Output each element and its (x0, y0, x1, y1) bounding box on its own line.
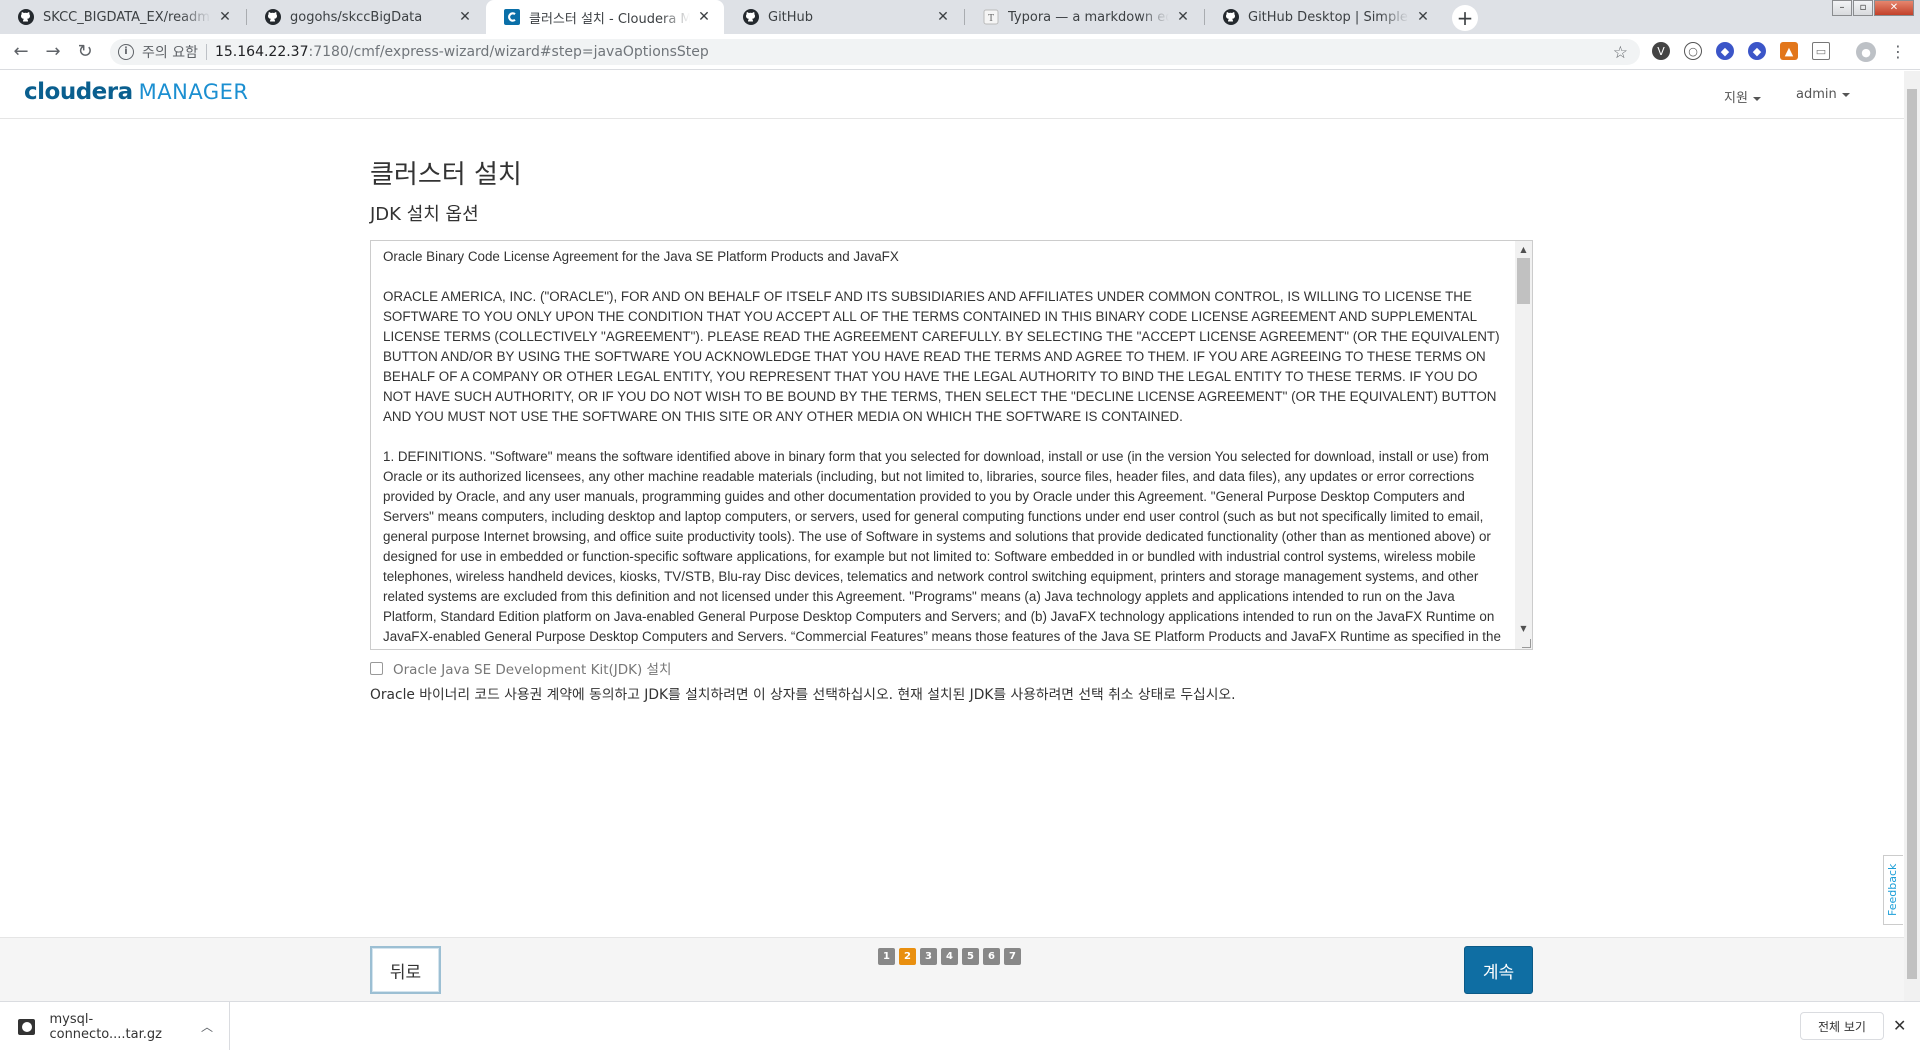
tab-title: SKCC_BIGDATA_EX/readme.md at (43, 9, 211, 25)
support-menu[interactable]: 지원 (1724, 87, 1761, 106)
wizard-step-current: 2 (899, 948, 916, 965)
page-subtitle: JDK 설치 옵션 (370, 204, 479, 225)
license-paragraph: 1. DEFINITIONS. "Software" means the sof… (383, 449, 1501, 644)
page-scroll-thumb[interactable] (1907, 89, 1917, 979)
tab-title: gogohs/skccBigData (290, 9, 423, 25)
license-scroll-thumb[interactable] (1517, 258, 1530, 304)
bookmark-star-icon[interactable]: ☆ (1613, 43, 1628, 63)
jdk-install-option[interactable]: Oracle Java SE Development Kit(JDK) 설치 (370, 658, 671, 678)
caret-down-icon (1752, 96, 1761, 101)
archive-file-icon (18, 1018, 36, 1035)
continue-button[interactable]: 계속 (1464, 946, 1533, 994)
logo-secondary-text: MANAGER (138, 80, 249, 104)
support-menu-label: 지원 (1724, 91, 1748, 106)
download-file-name[interactable]: mysql-connecto....tar.gz (49, 1012, 201, 1042)
user-menu[interactable]: admin (1796, 87, 1850, 102)
extension-fox-icon[interactable]: ▲ (1780, 42, 1798, 60)
tab-title: GitHub (768, 9, 814, 25)
logo-primary-text: cloudera (24, 79, 133, 105)
github-icon (743, 9, 759, 25)
page-title: 클러스터 설치 (370, 160, 522, 190)
info-icon[interactable]: i (118, 44, 134, 60)
url-path[interactable]: :7180/cmf/express-wizard/wizard#step=jav… (309, 44, 709, 60)
wizard-step: 5 (962, 948, 979, 965)
jdk-install-checkbox[interactable] (370, 661, 383, 675)
wizard-step: 1 (878, 948, 895, 965)
tab-cloudera-active[interactable]: 클러스터 설치 - Cloudera Mana ✕ (486, 0, 724, 34)
license-textarea[interactable]: Oracle Binary Code License Agreement for… (370, 240, 1533, 650)
tab-github[interactable]: GitHub ✕ (725, 0, 963, 34)
extension-blue-icon[interactable]: ◆ (1716, 42, 1734, 60)
extension-v-icon[interactable]: V (1652, 42, 1670, 60)
close-icon[interactable]: ✕ (457, 9, 473, 25)
github-icon (1223, 9, 1239, 25)
browser-tab-strip: SKCC_BIGDATA_EX/readme.md at ✕ gogohs/sk… (0, 0, 1920, 34)
feedback-label: Feedback (1886, 863, 1899, 916)
wizard-step: 6 (983, 948, 1000, 965)
tab-title: 클러스터 설치 - Cloudera Mana (529, 11, 690, 27)
github-icon (18, 9, 34, 25)
resize-grip-icon[interactable] (1522, 639, 1531, 648)
address-bar[interactable]: i 주의 요함 15.164.22.37 :7180/cmf/express-w… (110, 39, 1640, 65)
profile-avatar-icon[interactable]: ● (1856, 42, 1876, 62)
tab-github-desktop[interactable]: GitHub Desktop | Simple collab ✕ (1205, 0, 1443, 34)
show-all-downloads-button[interactable]: 전체 보기 (1800, 1012, 1884, 1040)
page-scrollbar[interactable] (1904, 71, 1920, 1001)
maximize-icon[interactable]: ▫ (1853, 0, 1873, 16)
typora-icon: T (983, 9, 999, 25)
user-menu-label: admin (1796, 87, 1837, 102)
wizard-step-indicator: 1 2 3 4 5 6 7 (878, 948, 1025, 965)
close-icon[interactable]: ✕ (1415, 9, 1431, 25)
license-paragraph: Oracle Binary Code License Agreement for… (383, 249, 899, 264)
cloudera-manager-logo[interactable]: cloudera MANAGER (24, 79, 248, 105)
extension-circle-icon[interactable]: ○ (1684, 42, 1702, 60)
menu-kebab-icon[interactable]: ⋮ (1886, 40, 1910, 64)
wizard-step: 3 (920, 948, 937, 965)
close-icon[interactable]: ✕ (217, 9, 233, 25)
browser-toolbar: ← → ↻ i 주의 요함 15.164.22.37 :7180/cmf/exp… (0, 34, 1920, 70)
close-icon[interactable]: ✕ (935, 9, 951, 25)
minimize-icon[interactable]: – (1832, 0, 1852, 16)
new-tab-button[interactable]: + (1452, 5, 1478, 31)
close-icon[interactable]: ✕ (1175, 9, 1191, 25)
license-scrollbar[interactable]: ▲ ▼ (1515, 241, 1532, 649)
wizard-step: 4 (941, 948, 958, 965)
url-host[interactable]: 15.164.22.37 (215, 44, 309, 60)
extension-cast-icon[interactable]: ▭ (1812, 42, 1830, 60)
license-text: Oracle Binary Code License Agreement for… (383, 247, 1503, 649)
omnibox-divider (205, 44, 207, 60)
download-item[interactable]: mysql-connecto....tar.gz ︿ (0, 1002, 230, 1050)
github-icon (265, 9, 281, 25)
download-bar: mysql-connecto....tar.gz ︿ 전체 보기 ✕ (0, 1001, 1920, 1050)
close-icon[interactable]: ✕ (696, 9, 712, 25)
back-button[interactable]: 뒤로 (370, 946, 441, 994)
feedback-tab[interactable]: Feedback (1883, 855, 1903, 925)
tab-title: Typora — a markdown editor, m (1008, 9, 1169, 25)
license-paragraph: ORACLE AMERICA, INC. ("ORACLE"), FOR AND… (383, 289, 1500, 424)
reload-icon[interactable]: ↻ (73, 40, 97, 64)
back-arrow-icon[interactable]: ← (9, 40, 33, 64)
svg-text:T: T (988, 13, 994, 24)
wizard-step: 7 (1004, 948, 1021, 965)
scroll-down-arrow-icon[interactable]: ▼ (1515, 620, 1532, 637)
chevron-up-icon[interactable]: ︿ (201, 1018, 213, 1035)
cloudera-header: cloudera MANAGER 지원 admin (0, 71, 1904, 119)
tab-readme[interactable]: SKCC_BIGDATA_EX/readme.md at ✕ (0, 0, 245, 34)
tab-typora[interactable]: T Typora — a markdown editor, m ✕ (965, 0, 1203, 34)
window-close-icon[interactable]: ✕ (1874, 0, 1914, 16)
jdk-install-label[interactable]: Oracle Java SE Development Kit(JDK) 설치 (393, 658, 671, 678)
extension-shield-icon[interactable]: ◆ (1748, 42, 1766, 60)
security-label[interactable]: 주의 요함 (142, 42, 198, 62)
tab-title: GitHub Desktop | Simple collab (1248, 9, 1409, 25)
close-icon[interactable]: ✕ (1893, 1016, 1906, 1035)
forward-arrow-icon[interactable]: → (41, 40, 65, 64)
scroll-up-arrow-icon[interactable]: ▲ (1515, 241, 1532, 258)
window-controls: – ▫ ✕ (1831, 0, 1914, 16)
jdk-help-text: Oracle 바이너리 코드 사용권 계약에 동의하고 JDK를 설치하려면 이… (370, 687, 1236, 703)
cloudera-icon (504, 9, 520, 25)
tab-skccbigdata[interactable]: gogohs/skccBigData ✕ (247, 0, 485, 34)
wizard-footer: 뒤로 1 2 3 4 5 6 7 계속 (0, 937, 1904, 1001)
caret-down-icon (1841, 92, 1850, 97)
